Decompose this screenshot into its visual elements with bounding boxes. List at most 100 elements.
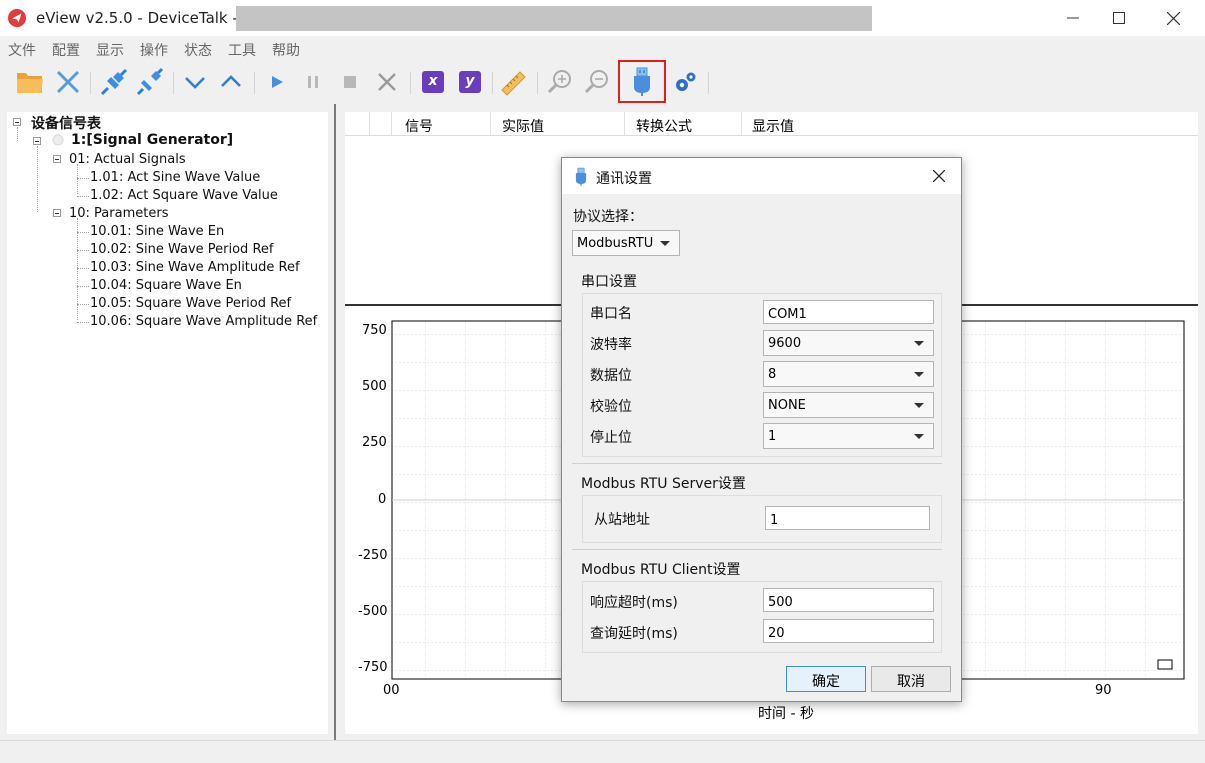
chevron-down-icon bbox=[185, 77, 205, 89]
dialog-close-button[interactable] bbox=[924, 164, 954, 188]
collapse-up-button[interactable] bbox=[214, 64, 248, 100]
open-button[interactable] bbox=[13, 64, 47, 100]
menu-config[interactable]: 配置 bbox=[52, 40, 80, 60]
tree-group[interactable]: 01: Actual Signals bbox=[69, 152, 186, 167]
menu-tools[interactable]: 工具 bbox=[228, 40, 256, 60]
close-icon bbox=[1166, 11, 1180, 25]
protocol-value: ModbusRTU bbox=[577, 236, 654, 251]
close-window-button[interactable] bbox=[1150, 0, 1196, 36]
column-header[interactable]: 显示值 bbox=[752, 116, 794, 136]
settings-button[interactable] bbox=[669, 64, 703, 100]
tree-item[interactable]: 10.06: Square Wave Amplitude Ref bbox=[90, 314, 317, 329]
delay-input[interactable] bbox=[763, 619, 934, 643]
baud-label: 波特率 bbox=[590, 337, 632, 353]
connect-button[interactable] bbox=[97, 64, 131, 100]
minimize-button[interactable] bbox=[1050, 0, 1096, 36]
section-divider bbox=[572, 549, 942, 550]
baud-value: 9600 bbox=[768, 336, 802, 351]
zoom-out-icon bbox=[584, 70, 608, 94]
tree-item[interactable]: 10.05: Square Wave Period Ref bbox=[90, 296, 291, 311]
disconnect-button[interactable] bbox=[133, 64, 167, 100]
zoom-in-button[interactable] bbox=[543, 64, 577, 100]
menu-status[interactable]: 状态 bbox=[184, 40, 212, 60]
y-tick-label: 750 bbox=[362, 323, 387, 338]
column-header[interactable]: 信号 bbox=[405, 116, 433, 136]
play-button[interactable] bbox=[260, 64, 294, 100]
y-tick-label: 250 bbox=[362, 435, 387, 450]
chevron-down-icon bbox=[660, 241, 670, 246]
device-status-icon bbox=[52, 134, 64, 146]
legend-box bbox=[1157, 659, 1173, 670]
stopbits-select[interactable]: 1 bbox=[763, 423, 934, 449]
tree-expander[interactable] bbox=[13, 118, 21, 126]
close-icon bbox=[933, 170, 945, 182]
disconnect-plug-icon bbox=[136, 67, 164, 96]
x-axis-label: 时间 - 秒 bbox=[758, 706, 814, 722]
pause-button[interactable] bbox=[296, 64, 330, 100]
port-label: 串口名 bbox=[590, 306, 632, 322]
tree-expander[interactable] bbox=[53, 155, 61, 163]
comm-settings-dialog: 通讯设置 协议选择： ModbusRTU 串口设置 串口名 波特率 9600 数… bbox=[561, 157, 962, 702]
serial-section-title: 串口设置 bbox=[581, 274, 637, 290]
status-bar bbox=[0, 740, 1205, 763]
tree-item[interactable]: 10.03: Sine Wave Amplitude Ref bbox=[90, 260, 300, 275]
chevron-down-icon bbox=[914, 403, 924, 408]
menu-operate[interactable]: 操作 bbox=[140, 40, 168, 60]
tree-expander[interactable] bbox=[53, 209, 61, 217]
tree-group[interactable]: 10: Parameters bbox=[69, 206, 168, 221]
y-tick-label: 500 bbox=[362, 379, 387, 394]
parity-select[interactable]: NONE bbox=[763, 392, 934, 418]
close-x-icon bbox=[56, 70, 80, 94]
y-tick-label: -250 bbox=[358, 548, 388, 563]
parity-value: NONE bbox=[768, 398, 806, 413]
settings-gears-icon bbox=[676, 72, 696, 91]
y-tick-label: 0 bbox=[378, 492, 387, 507]
tree-item[interactable]: 10.01: Sine Wave En bbox=[90, 224, 224, 239]
highlight-box bbox=[618, 60, 666, 103]
tree-item[interactable]: 1.01: Act Sine Wave Value bbox=[90, 170, 260, 185]
slave-address-label: 从站地址 bbox=[594, 512, 650, 528]
stop-button[interactable] bbox=[333, 64, 367, 100]
zoom-out-button[interactable] bbox=[580, 64, 614, 100]
connect-icon bbox=[100, 68, 128, 96]
y-axis-button[interactable]: y bbox=[453, 64, 487, 100]
baud-select[interactable]: 9600 bbox=[763, 330, 934, 356]
delay-label: 查询延时(ms) bbox=[590, 626, 678, 642]
dialog-title-bar: 通讯设置 bbox=[562, 158, 961, 194]
maximize-icon bbox=[1113, 12, 1125, 24]
timeout-input[interactable] bbox=[763, 588, 934, 612]
title-bar: eView v2.5.0 - DeviceTalk - bbox=[0, 0, 1205, 36]
clear-button[interactable] bbox=[370, 64, 404, 100]
port-input[interactable] bbox=[763, 300, 934, 324]
minimize-icon bbox=[1067, 17, 1079, 19]
chevron-up-icon bbox=[221, 75, 241, 87]
tree-root[interactable]: 设备信号表 bbox=[31, 113, 101, 133]
cancel-button[interactable]: 取消 bbox=[871, 666, 951, 692]
stop-icon bbox=[344, 76, 356, 88]
expand-down-button[interactable] bbox=[178, 64, 212, 100]
menu-view[interactable]: 显示 bbox=[96, 40, 124, 60]
client-section-title: Modbus RTU Client设置 bbox=[581, 562, 741, 578]
y-tick-label: -750 bbox=[358, 660, 388, 675]
menu-file[interactable]: 文件 bbox=[8, 40, 36, 60]
databits-select[interactable]: 8 bbox=[763, 361, 934, 387]
ruler-button[interactable] bbox=[497, 64, 531, 100]
tree-expander[interactable] bbox=[33, 137, 41, 145]
menu-help[interactable]: 帮助 bbox=[272, 40, 300, 60]
app-logo-icon bbox=[8, 9, 26, 27]
ok-button[interactable]: 确定 bbox=[786, 666, 866, 692]
slave-address-input[interactable] bbox=[765, 506, 930, 530]
tree-item[interactable]: 10.04: Square Wave En bbox=[90, 278, 242, 293]
vertical-splitter[interactable] bbox=[334, 104, 336, 740]
tree-item[interactable]: 1.02: Act Square Wave Value bbox=[90, 188, 278, 203]
column-header[interactable]: 转换公式 bbox=[636, 116, 692, 136]
tree-item[interactable]: 10.02: Sine Wave Period Ref bbox=[90, 242, 273, 257]
close-file-button[interactable] bbox=[51, 64, 85, 100]
tree-device[interactable]: 1:[Signal Generator] bbox=[71, 132, 233, 148]
section-divider bbox=[572, 463, 942, 464]
maximize-button[interactable] bbox=[1096, 0, 1142, 36]
x-axis-button[interactable]: x bbox=[416, 64, 450, 100]
column-header[interactable]: 实际值 bbox=[502, 116, 544, 136]
table-header: 信号 实际值 转换公式 显示值 bbox=[345, 112, 1198, 136]
protocol-select[interactable]: ModbusRTU bbox=[572, 230, 680, 256]
